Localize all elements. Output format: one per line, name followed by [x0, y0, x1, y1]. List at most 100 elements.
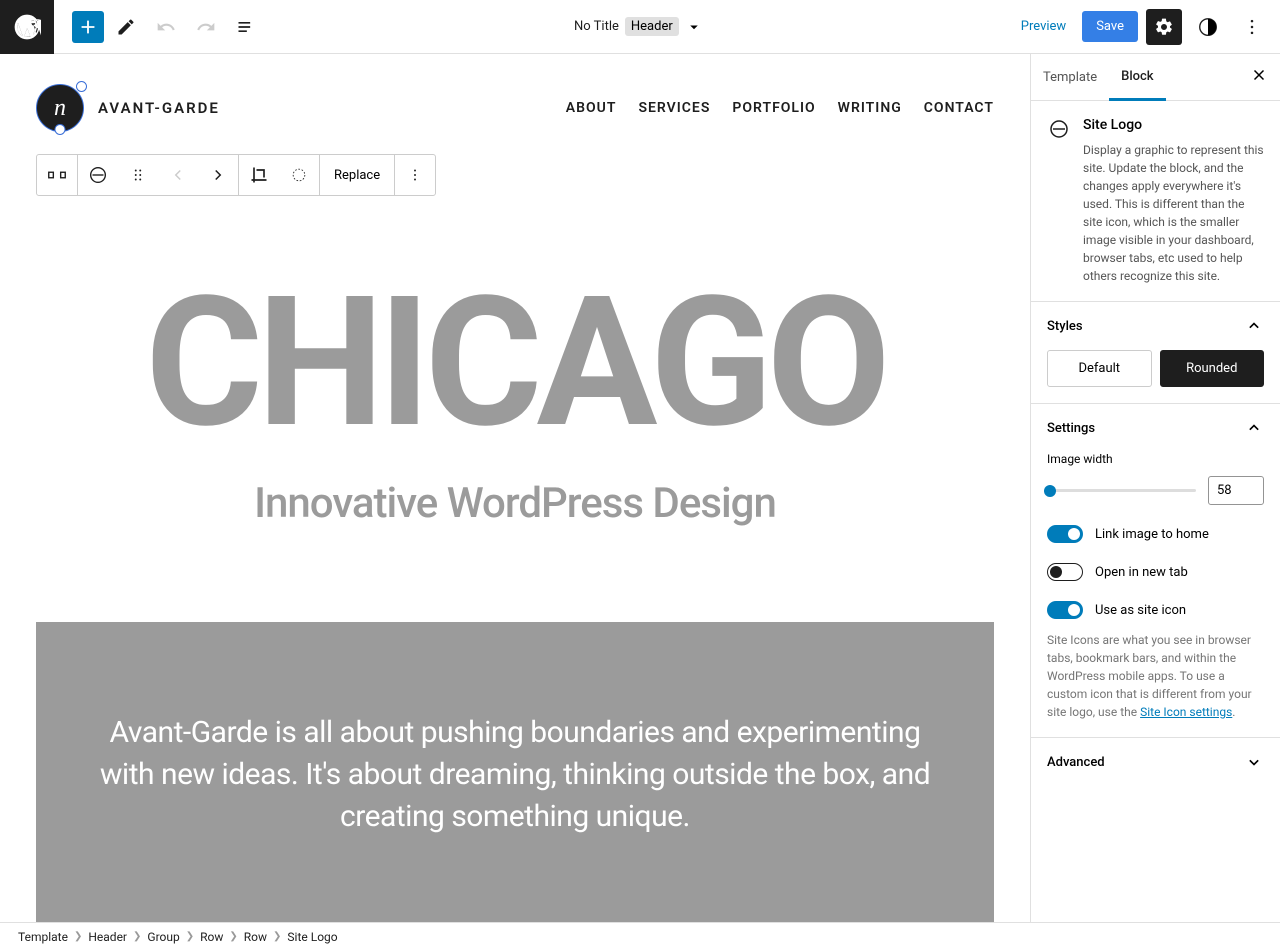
style-rounded[interactable]: Rounded — [1160, 350, 1265, 387]
site-logo-block[interactable]: n — [36, 84, 84, 132]
close-sidebar-button[interactable] — [1238, 54, 1280, 100]
advanced-panel-label: Advanced — [1047, 755, 1105, 770]
document-title[interactable]: No Title Header — [574, 17, 703, 36]
crop-button[interactable] — [239, 155, 279, 195]
block-more-button[interactable] — [395, 155, 435, 195]
primary-navigation: ABOUT SERVICES PORTFOLIO WRITING CONTACT — [566, 100, 994, 116]
kebab-icon — [406, 166, 424, 184]
close-icon — [1250, 66, 1268, 84]
chevron-down-icon — [1244, 752, 1264, 772]
hero-title[interactable]: CHICAGO — [36, 286, 994, 439]
more-options-button[interactable] — [1234, 9, 1270, 45]
duotone-icon — [289, 165, 309, 185]
breadcrumb-separator: ❯ — [273, 931, 281, 942]
settings-sidebar: Template Block Site Logo Display a graph… — [1030, 54, 1280, 922]
nav-item[interactable]: WRITING — [838, 100, 902, 116]
image-width-input[interactable] — [1208, 476, 1264, 505]
toggle-new-tab-label: Open in new tab — [1095, 565, 1188, 580]
toggle-site-icon[interactable] — [1047, 601, 1083, 619]
settings-panel: Settings Image width Link image to home … — [1031, 403, 1280, 737]
list-view-button[interactable] — [228, 9, 264, 45]
settings-panel-toggle[interactable]: Settings — [1031, 404, 1280, 452]
breadcrumb-separator: ❯ — [133, 931, 141, 942]
logo-title-row: n AVANT-GARDE — [36, 84, 220, 132]
hero-subtitle[interactable]: Innovative WordPress Design — [36, 479, 994, 528]
drag-icon — [129, 166, 147, 184]
redo-icon — [196, 17, 216, 37]
pencil-icon — [116, 17, 136, 37]
top-right-tools: Preview Save — [1013, 9, 1280, 45]
nav-item[interactable]: PORTFOLIO — [732, 100, 815, 116]
breadcrumb-separator: ❯ — [186, 931, 194, 942]
block-breadcrumb: Template❯ Header❯ Group❯ Row❯ Row❯ Site … — [0, 922, 1280, 950]
styles-panel: Styles Default Rounded — [1031, 301, 1280, 403]
breadcrumb-item[interactable]: Template — [18, 930, 68, 944]
site-logo-icon — [87, 164, 109, 186]
nav-item[interactable]: ABOUT — [566, 100, 617, 116]
breadcrumb-item[interactable]: Header — [88, 930, 127, 944]
block-card-title: Site Logo — [1083, 117, 1264, 133]
slider-thumb[interactable] — [1044, 485, 1056, 497]
add-block-button[interactable] — [72, 11, 104, 43]
undo-button[interactable] — [148, 9, 184, 45]
image-width-control — [1047, 476, 1264, 505]
toggle-site-icon-label: Use as site icon — [1095, 603, 1186, 618]
editor-canvas[interactable]: n AVANT-GARDE ABOUT SERVICES PORTFOLIO W… — [0, 54, 1030, 922]
toggle-link-home-label: Link image to home — [1095, 527, 1209, 542]
block-card-description: Display a graphic to represent this site… — [1083, 141, 1264, 285]
toggle-link-home[interactable] — [1047, 525, 1083, 543]
hero-intro-paragraph[interactable]: Avant-Garde is all about pushing boundar… — [36, 622, 994, 922]
save-button[interactable]: Save — [1082, 11, 1138, 42]
doc-title-text: No Title — [574, 19, 619, 34]
toggle-link-home-row: Link image to home — [1047, 525, 1264, 543]
replace-button[interactable]: Replace — [320, 168, 394, 183]
breadcrumb-item[interactable]: Row — [200, 930, 223, 944]
breadcrumb-separator: ❯ — [229, 931, 237, 942]
chevron-up-icon — [1244, 316, 1264, 336]
nav-item[interactable]: SERVICES — [638, 100, 710, 116]
canvas-content: n AVANT-GARDE ABOUT SERVICES PORTFOLIO W… — [0, 54, 1030, 922]
advanced-panel-toggle[interactable]: Advanced — [1031, 738, 1280, 786]
move-right-button[interactable] — [198, 155, 238, 195]
breadcrumb-item[interactable]: Group — [147, 930, 179, 944]
site-header-block: n AVANT-GARDE ABOUT SERVICES PORTFOLIO W… — [36, 84, 994, 132]
nav-item[interactable]: CONTACT — [924, 100, 994, 116]
redo-button[interactable] — [188, 9, 224, 45]
site-icon-help: Site Icons are what you see in browser t… — [1047, 631, 1264, 721]
wordpress-logo-button[interactable] — [0, 0, 54, 54]
styles-panel-toggle[interactable]: Styles — [1031, 302, 1280, 350]
sidebar-tabs: Template Block — [1031, 54, 1280, 101]
preview-button[interactable]: Preview — [1013, 19, 1074, 34]
undo-icon — [156, 17, 176, 37]
site-title-block[interactable]: AVANT-GARDE — [98, 99, 220, 117]
hero-section: CHICAGO Innovative WordPress Design Avan… — [36, 286, 994, 922]
move-left-button[interactable] — [158, 155, 198, 195]
tab-template[interactable]: Template — [1031, 56, 1109, 99]
breadcrumb-item[interactable]: Row — [244, 930, 267, 944]
duotone-button[interactable] — [279, 155, 319, 195]
breadcrumb-item[interactable]: Site Logo — [287, 930, 337, 944]
toggle-new-tab-row: Open in new tab — [1047, 563, 1264, 581]
chevron-up-icon — [1244, 418, 1264, 438]
site-icon-settings-link[interactable]: Site Icon settings — [1140, 705, 1232, 719]
top-left-tools — [0, 0, 264, 54]
crop-icon — [249, 165, 269, 185]
editor-top-bar: No Title Header Preview Save — [0, 0, 1280, 54]
toggle-new-tab[interactable] — [1047, 563, 1083, 581]
chevron-right-icon — [209, 166, 227, 184]
image-width-label: Image width — [1047, 452, 1264, 466]
style-default[interactable]: Default — [1047, 350, 1152, 387]
image-width-slider[interactable] — [1047, 489, 1196, 492]
style-options: Default Rounded — [1047, 350, 1264, 387]
global-styles-button[interactable] — [1190, 9, 1226, 45]
settings-button[interactable] — [1146, 9, 1182, 45]
tab-block[interactable]: Block — [1109, 55, 1165, 101]
row-icon — [46, 164, 68, 186]
parent-block-button[interactable] — [37, 155, 77, 195]
edit-tool-button[interactable] — [108, 9, 144, 45]
gear-icon — [1154, 17, 1174, 37]
wordpress-icon — [13, 13, 41, 41]
block-type-button[interactable] — [78, 155, 118, 195]
site-logo-icon — [1047, 117, 1071, 141]
drag-handle[interactable] — [118, 155, 158, 195]
